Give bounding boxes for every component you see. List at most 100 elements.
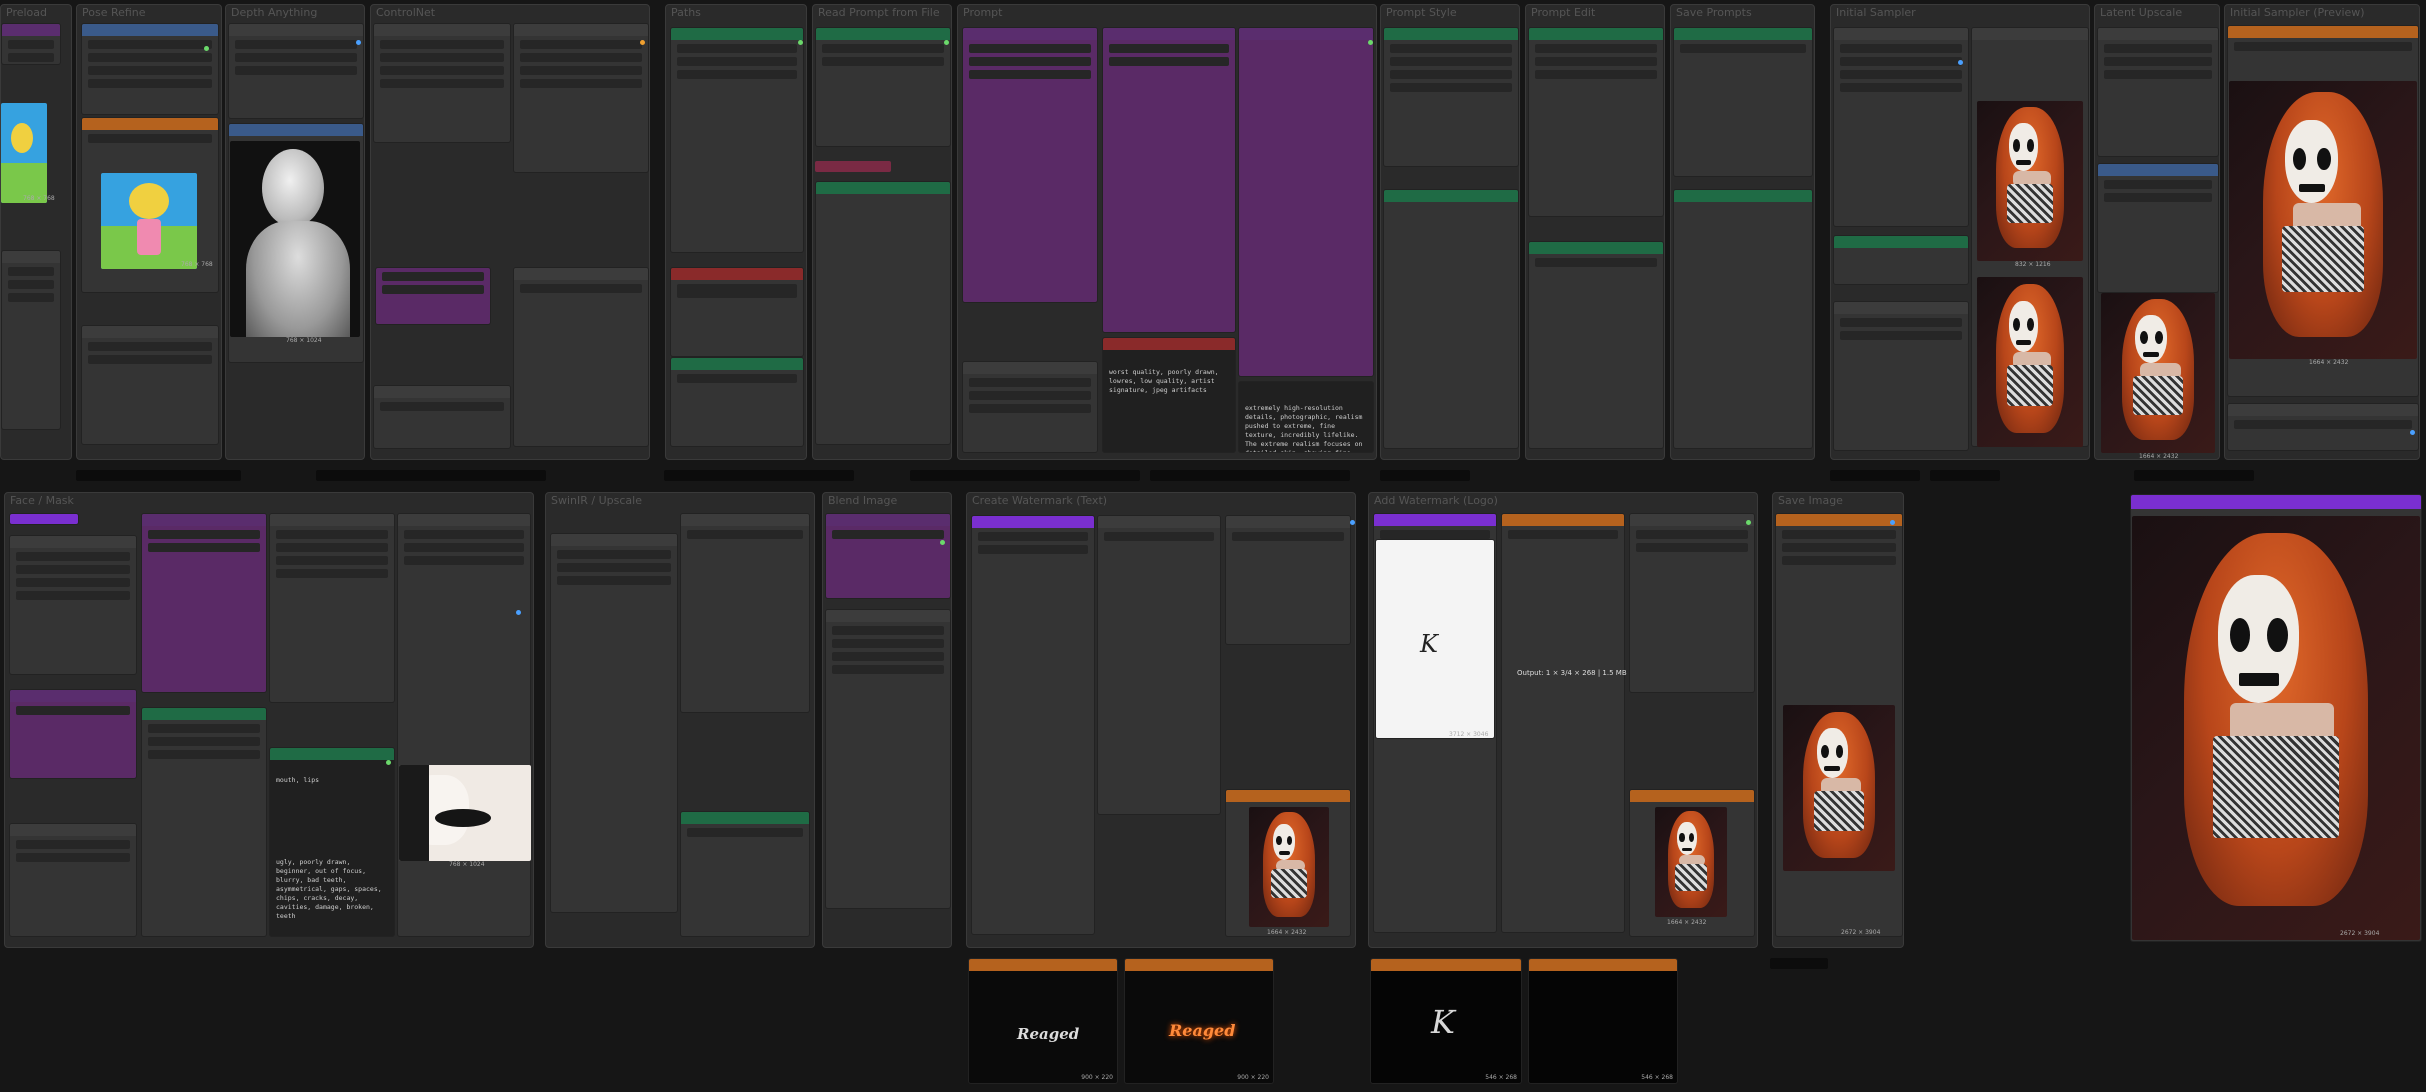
prompt-node[interactable] [962,27,1098,303]
positive-prompt-text[interactable]: extremely high-resolution details, photo… [1245,404,1367,452]
group-read-prompt[interactable]: Read Prompt from File [812,4,952,460]
group-upscale[interactable]: SwinIR / Upscale [545,492,815,948]
group-save-image[interactable]: Save Image 2672 × 3904 [1772,492,1904,948]
group-create-watermark[interactable]: Create Watermark (Text) 1664 × 2432 [966,492,1356,948]
node[interactable] [9,535,137,675]
group-initial-sampler[interactable]: Initial Sampler 832 × 1216 [1830,4,2090,460]
node[interactable] [1629,513,1755,693]
group-prompt-edit[interactable]: Prompt Edit [1525,4,1665,460]
node[interactable] [670,27,804,253]
socket-dot[interactable] [940,540,945,545]
node[interactable] [1383,27,1519,167]
node[interactable] [1833,301,1969,451]
watermark-text-node[interactable]: Reaged 900 × 220 [968,958,1118,1084]
node[interactable] [513,23,649,173]
collapsed-node[interactable] [1930,470,2000,481]
collapsed-node[interactable] [76,470,241,481]
node[interactable] [1501,513,1625,933]
node[interactable] [550,533,678,913]
group-add-watermark[interactable]: Add Watermark (Logo) K 3712 × 3046 Outpu… [1368,492,1758,948]
node[interactable] [1833,27,1969,227]
node[interactable] [228,23,364,119]
node[interactable] [81,325,219,445]
node[interactable] [971,515,1095,935]
prompt-node[interactable] [1102,27,1236,333]
node[interactable] [2097,27,2219,157]
node[interactable] [825,513,951,599]
node[interactable] [1383,189,1519,449]
prompt-node[interactable] [1238,27,1374,377]
node[interactable] [680,513,810,713]
node[interactable] [670,357,804,447]
group-sampler-preview[interactable]: Initial Sampler (Preview) 1664 × 2432 [2224,4,2420,460]
group-save-prompts[interactable]: Save Prompts [1670,4,1815,460]
negative-prompt-node[interactable]: worst quality, poorly drawn, lowres, low… [1102,337,1236,453]
watermark-text-node-glow[interactable]: Reaged 900 × 220 [1124,958,1274,1084]
node[interactable] [141,707,267,937]
socket-dot[interactable] [204,46,209,51]
node[interactable] [1,250,61,430]
node[interactable] [9,823,137,937]
node[interactable] [9,689,137,779]
socket-dot[interactable] [386,760,391,765]
socket-dot[interactable] [944,40,949,45]
node[interactable] [141,513,267,693]
node[interactable] [815,27,951,147]
socket-dot[interactable] [640,40,645,45]
workflow-canvas[interactable]: Preload 768 × 768 Pose Refine 768 × 768 … [0,0,2426,1092]
node[interactable] [2097,163,2219,293]
collapsed-node[interactable] [1150,470,1350,481]
group-prompt-style[interactable]: Prompt Style [1380,4,1520,460]
collapsed-node[interactable] [316,470,546,481]
socket-dot[interactable] [1350,520,1355,525]
collapsed-node[interactable] [1380,470,1470,481]
node[interactable] [1528,27,1664,217]
node[interactable] [1673,27,1813,177]
node[interactable] [680,811,810,937]
watermark-logo-node[interactable]: K [1375,539,1495,739]
socket-dot[interactable] [2410,430,2415,435]
node[interactable] [1225,515,1351,645]
group-pose-refine[interactable]: Pose Refine 768 × 768 [76,4,222,460]
socket-dot[interactable] [1890,520,1895,525]
group-controlnet[interactable]: ControlNet [370,4,650,460]
node[interactable] [1,23,61,65]
group-depth[interactable]: Depth Anything 768 × 1024 [225,4,365,460]
group-prompt[interactable]: Prompt worst quality, poorly drawn, lowr… [957,4,1377,460]
node[interactable] [9,513,79,525]
collapsed-node[interactable] [1830,470,1920,481]
collapsed-node[interactable] [664,470,854,481]
socket-dot[interactable] [1368,40,1373,45]
collapsed-node[interactable] [910,470,1140,481]
node[interactable] [1097,515,1221,815]
positive-prompt-node[interactable]: extremely high-resolution details, photo… [1238,381,1374,453]
group-latent-upscale[interactable]: Latent Upscale 1664 × 2432 [2094,4,2220,460]
group-blend[interactable]: Blend Image [822,492,952,948]
mask-prompt-text[interactable]: mouth, lips [276,776,388,785]
node[interactable] [81,23,219,115]
node[interactable] [375,267,491,325]
group-paths[interactable]: Paths [665,4,807,460]
mask-negative-text[interactable]: ugly, poorly drawn, beginner, out of foc… [276,858,388,921]
group-face-mask[interactable]: Face / Mask mouth, lips ugly, poorly dra… [4,492,534,948]
node[interactable] [373,385,511,449]
group-preload[interactable]: Preload 768 × 768 [0,4,72,460]
negative-prompt-text[interactable]: worst quality, poorly drawn, lowres, low… [1109,368,1229,395]
node[interactable] [2227,403,2419,451]
node[interactable] [1673,189,1813,449]
socket-dot[interactable] [356,40,361,45]
node[interactable] [825,609,951,909]
mask-prompt-node[interactable]: mouth, lips ugly, poorly drawn, beginner… [269,747,395,937]
node-collapsed[interactable] [815,161,891,172]
watermark-logo-preview[interactable]: K 546 × 268 [1370,958,1522,1084]
watermark-logo-preview-glow[interactable]: 546 × 268 [1528,958,1678,1084]
node[interactable] [962,361,1098,453]
socket-dot[interactable] [798,40,803,45]
node[interactable] [373,23,511,143]
collapsed-node[interactable] [2134,470,2254,481]
node[interactable] [1528,241,1664,449]
socket-dot[interactable] [1958,60,1963,65]
socket-dot[interactable] [516,610,521,615]
node[interactable] [670,267,804,357]
socket-dot[interactable] [1746,520,1751,525]
